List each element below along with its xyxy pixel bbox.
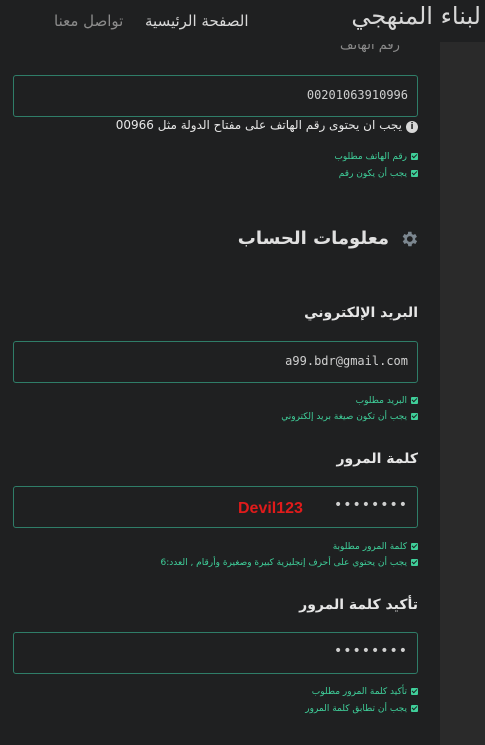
validation-text: يجب أن تكون صيغة بريد إلكتروني bbox=[281, 412, 407, 422]
email-value: a99.bdr@gmail.com bbox=[285, 354, 408, 368]
validation-text: يجب أن تطابق كلمة المرور bbox=[305, 704, 407, 714]
check-icon bbox=[411, 170, 418, 177]
validation-item: يجب أن يكون رقم bbox=[339, 169, 418, 179]
validation-text: كلمة المرور مطلوبة bbox=[332, 542, 407, 552]
check-icon bbox=[411, 559, 418, 566]
validation-text: تأكيد كلمة المرور مطلوب bbox=[311, 687, 407, 697]
nav-link-home[interactable]: الصفحة الرئيسية bbox=[145, 12, 249, 30]
check-icon bbox=[411, 413, 418, 420]
phone-hint-text: يجب ان يحتوى رقم الهاتف على مفتاح الدولة… bbox=[115, 118, 402, 132]
email-label: البريد الإلكتروني bbox=[304, 305, 418, 321]
right-scroll-strip bbox=[440, 0, 485, 745]
validation-item: يجب أن تطابق كلمة المرور bbox=[305, 704, 418, 714]
phone-value: 00201063910996 bbox=[306, 88, 408, 102]
validation-item: كلمة المرور مطلوبة bbox=[333, 542, 418, 552]
validation-item: يجب أن يحتوي على أحرف إنجليزية كبيرة وصغ… bbox=[160, 558, 418, 568]
password-masked: •••••••• bbox=[333, 497, 408, 513]
check-icon bbox=[411, 688, 418, 695]
section-title-text: معلومات الحساب bbox=[237, 228, 389, 249]
validation-text: يجب أن يكون رقم bbox=[338, 169, 407, 179]
validation-text: البريد مطلوب bbox=[355, 396, 407, 406]
confirm-password-masked: •••••••• bbox=[333, 643, 408, 659]
brand-title[interactable]: لبناء المنهجي bbox=[351, 2, 481, 30]
validation-item: تأكيد كلمة المرور مطلوب bbox=[312, 687, 418, 697]
validation-text: يجب أن يحتوي على أحرف إنجليزية كبيرة وصغ… bbox=[160, 558, 408, 568]
gear-icon bbox=[402, 231, 418, 246]
check-icon bbox=[411, 705, 418, 712]
top-nav: لبناء المنهجي الصفحة الرئيسية تواصل معنا bbox=[0, 0, 485, 42]
info-icon: i bbox=[406, 121, 418, 133]
phone-input[interactable]: 00201063910996 bbox=[13, 75, 418, 117]
nav-link-contact[interactable]: تواصل معنا bbox=[54, 12, 123, 30]
validation-item: رقم الهاتف مطلوب bbox=[334, 152, 418, 162]
confirm-password-input[interactable]: •••••••• bbox=[13, 632, 418, 674]
validation-item: البريد مطلوب bbox=[356, 396, 418, 406]
validation-item: يجب أن تكون صيغة بريد إلكتروني bbox=[281, 412, 418, 422]
section-title-account: معلومات الحساب bbox=[238, 228, 419, 249]
password-annotation: Devil123 bbox=[238, 500, 303, 517]
password-label: كلمة المرور bbox=[336, 451, 418, 467]
confirm-password-label: تأكيد كلمة المرور bbox=[299, 597, 418, 613]
email-input[interactable]: a99.bdr@gmail.com bbox=[13, 341, 418, 383]
phone-hint: i يجب ان يحتوى رقم الهاتف على مفتاح الدول… bbox=[116, 118, 418, 133]
check-icon bbox=[411, 543, 418, 550]
check-icon bbox=[411, 397, 418, 404]
validation-text: رقم الهاتف مطلوب bbox=[334, 152, 407, 162]
check-icon bbox=[411, 153, 418, 160]
password-input[interactable]: Devil123 •••••••• bbox=[13, 486, 418, 528]
